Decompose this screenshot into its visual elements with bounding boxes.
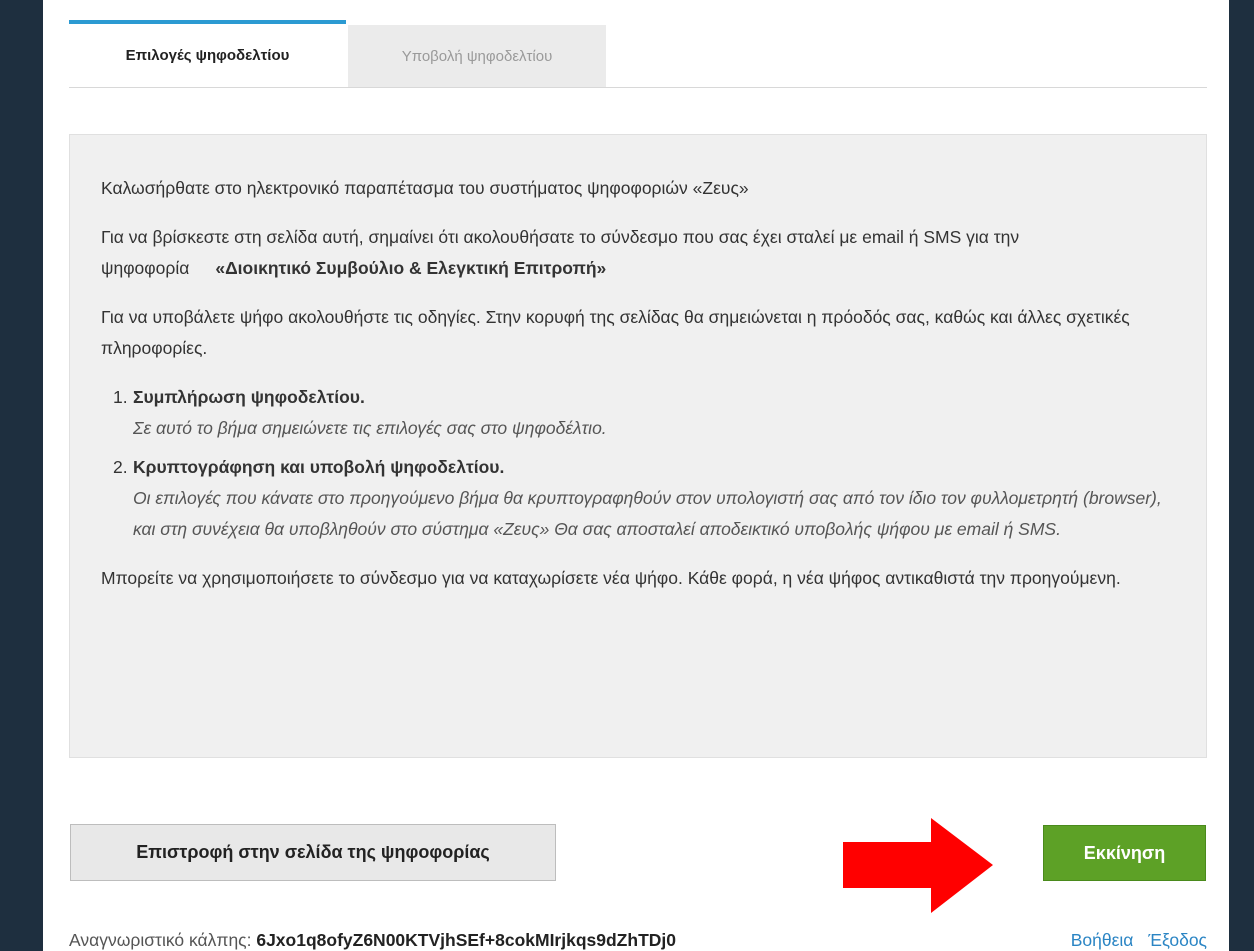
- instructions-box: Καλωσήρθατε στο ηλεκτρονικό παραπέτασμα …: [69, 134, 1207, 758]
- voter-id-label: Αναγνωριστικό κάλπης:: [69, 930, 252, 950]
- revote-text: Μπορείτε να χρησιμοποιήσετε το σύνδεσμο …: [101, 568, 1121, 588]
- step-title: Κρυπτογράφηση και υποβολή ψηφοδελτίου.: [133, 457, 505, 477]
- voter-id-code: 6Jxo1q8ofyZ6N00KTVjhSEf+8cokMIrjkqs9dZhT…: [256, 930, 676, 950]
- instructions-text: Για να υποβάλετε ψήφο ακολουθήστε τις οδ…: [101, 307, 1130, 358]
- footer: Αναγνωριστικό κάλπης: 6Jxo1q8ofyZ6N00KTV…: [69, 930, 1207, 951]
- tab-ballot-options[interactable]: Επιλογές ψηφοδελτίου: [69, 20, 346, 87]
- link-info-text: Για να βρίσκεστε στη σελίδα αυτή, σημαίν…: [101, 222, 1178, 284]
- tab-bar: Επιλογές ψηφοδελτίου Υποβολή ψηφοδελτίου: [69, 20, 1207, 88]
- welcome-text: Καλωσήρθατε στο ηλεκτρονικό παραπέτασμα …: [101, 178, 749, 198]
- step-item: 2. Κρυπτογράφηση και υποβολή ψηφοδελτίου.…: [113, 452, 1178, 545]
- back-to-election-button[interactable]: Επιστροφή στην σελίδα της ψηφοφορίας: [70, 824, 556, 881]
- step-title: Συμπλήρωση ψηφοδελτίου.: [133, 387, 365, 407]
- step-description: Οι επιλογές που κάνατε στο προηγούμενο β…: [133, 488, 1162, 539]
- footer-links: Βοήθεια Έξοδος: [1061, 930, 1207, 951]
- tab-ballot-submit[interactable]: Υποβολή ψηφοδελτίου: [348, 25, 606, 87]
- logout-link[interactable]: Έξοδος: [1148, 930, 1207, 950]
- main-panel: Επιλογές ψηφοδελτίου Υποβολή ψηφοδελτίου…: [43, 0, 1229, 951]
- step-description: Σε αυτό το βήμα σημειώνετε τις επιλογές …: [133, 418, 607, 438]
- step-number: 2.: [113, 457, 128, 477]
- step-number: 1.: [113, 387, 128, 407]
- help-link[interactable]: Βοήθεια: [1071, 930, 1134, 950]
- step-item: 1. Συμπλήρωση ψηφοδελτίου. Σε αυτό το βήμ…: [113, 382, 1178, 444]
- election-name: «Διοικητικό Συμβούλιο & Ελεγκτική Επιτρο…: [215, 258, 607, 278]
- start-button[interactable]: Εκκίνηση: [1043, 825, 1206, 881]
- red-arrow-icon: [843, 818, 993, 913]
- steps-list: 1. Συμπλήρωση ψηφοδελτίου. Σε αυτό το βήμ…: [101, 382, 1178, 545]
